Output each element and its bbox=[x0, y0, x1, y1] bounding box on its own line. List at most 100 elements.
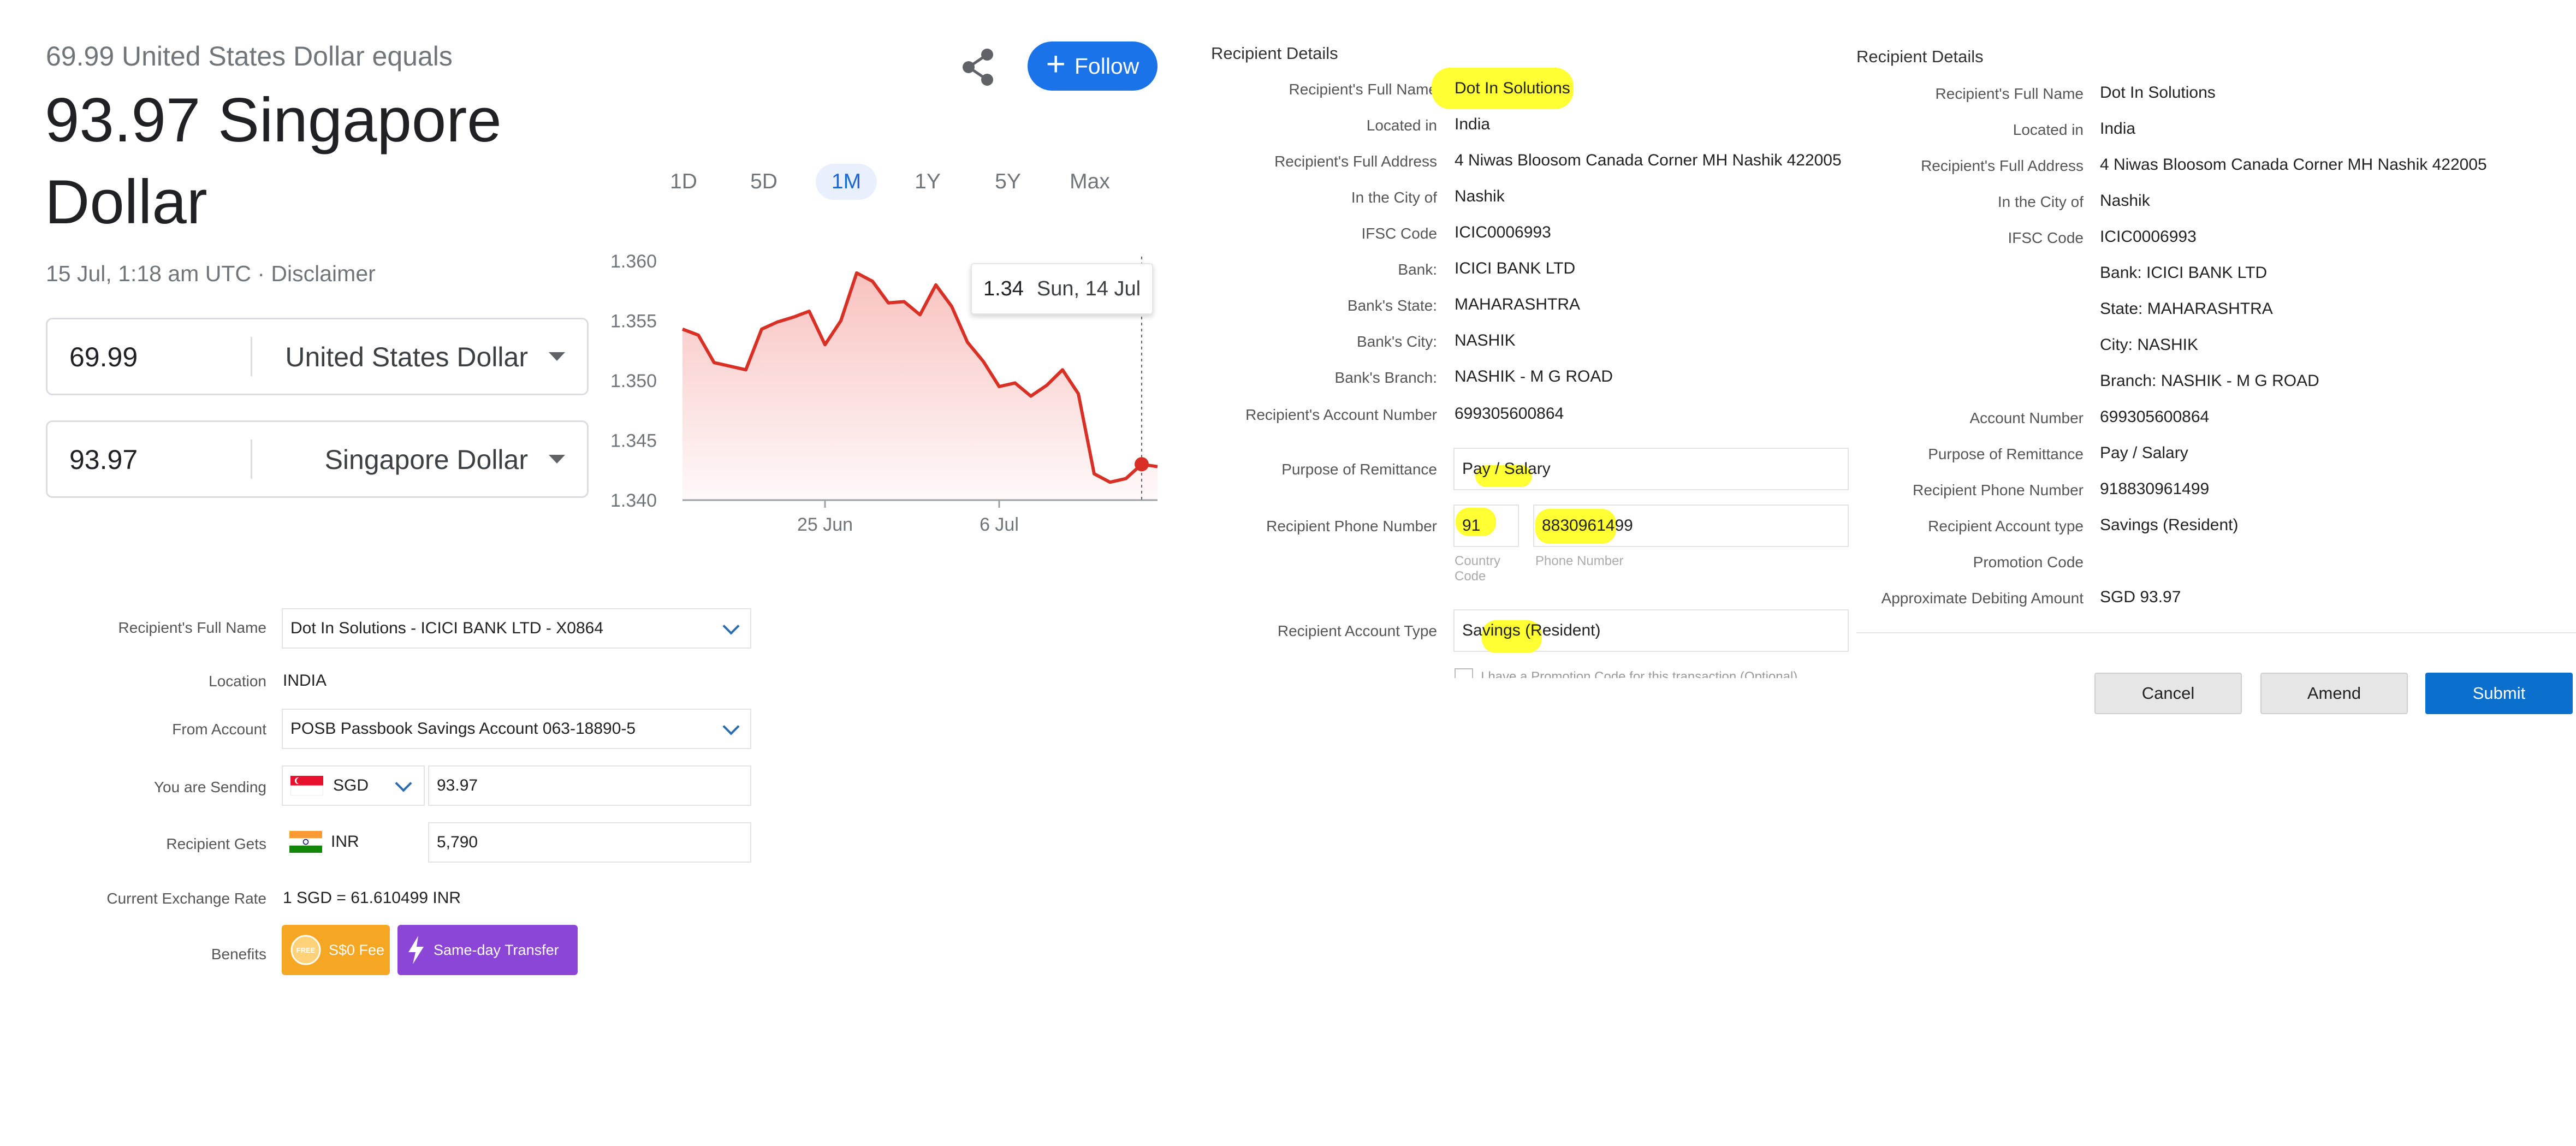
purpose-of-remittance-select[interactable]: Pay / Salary bbox=[1453, 448, 1849, 490]
to-currency-select[interactable]: Singapore Dollar bbox=[325, 444, 528, 476]
tooltip-date: Sun, 14 Jul bbox=[1036, 277, 1141, 300]
mid-row-value: NASHIK - M G ROAD bbox=[1455, 367, 1613, 385]
account-type-label: Recipient Account Type bbox=[1277, 622, 1437, 639]
recipient-select[interactable]: Dot In Solutions - ICICI BANK LTD - X086… bbox=[282, 608, 751, 649]
mid-row-label: Bank's State: bbox=[1347, 297, 1437, 314]
to-currency-box: 93.97 Singapore Dollar bbox=[46, 420, 589, 498]
cancel-button[interactable]: Cancel bbox=[2094, 673, 2242, 714]
x-tick-label: 6 Jul bbox=[980, 514, 1019, 535]
review-row-value: Bank: ICICI BANK LTD bbox=[2100, 264, 2268, 282]
lightning-icon bbox=[408, 936, 424, 964]
review-row-value: Dot In Solutions bbox=[2100, 84, 2216, 102]
conversion-result-line1: 93.97 Singapore bbox=[45, 86, 502, 155]
phone-number-value: 8830961499 bbox=[1542, 516, 1633, 535]
mid-row-label: Recipient's Full Address bbox=[1274, 153, 1437, 170]
submit-button[interactable]: Submit bbox=[2425, 673, 2573, 714]
chevron-down-icon[interactable] bbox=[395, 775, 412, 792]
sending-amount-input[interactable]: 93.97 bbox=[428, 765, 751, 806]
exchange-rate-label: Current Exchange Rate bbox=[106, 890, 266, 907]
review-row-value: SGD 93.97 bbox=[2100, 588, 2181, 606]
mid-row-value: 699305600864 bbox=[1455, 405, 1564, 423]
same-day-transfer-badge: Same-day Transfer bbox=[397, 925, 578, 975]
range-tab-max[interactable]: Max bbox=[1063, 164, 1117, 200]
mid-row-label: IFSC Code bbox=[1361, 225, 1438, 242]
purpose-value: Pay / Salary bbox=[1462, 460, 1551, 478]
follow-label: Follow bbox=[1074, 53, 1139, 79]
promo-code-text: I have a Promotion Code for this transac… bbox=[1481, 669, 1798, 678]
review-recipient-details-header: Recipient Details bbox=[1856, 47, 1984, 66]
review-row-label: Approximate Debiting Amount bbox=[1881, 590, 2084, 607]
review-row-label: In the City of bbox=[1997, 193, 2084, 210]
range-tab-1d[interactable]: 1D bbox=[660, 164, 708, 200]
location-label: Location bbox=[209, 673, 266, 690]
exchange-rate-value: 1 SGD = 61.610499 INR bbox=[283, 889, 461, 907]
review-row-label: Promotion Code bbox=[1973, 554, 2084, 571]
conversion-equals-text: 69.99 United States Dollar equals bbox=[46, 41, 453, 72]
recipient-gets-label: Recipient Gets bbox=[166, 835, 266, 852]
range-tab-5d[interactable]: 5D bbox=[740, 164, 788, 200]
fee-badge: FREE S$0 Fee bbox=[282, 925, 390, 975]
phone-number-caption: Phone Number bbox=[1535, 554, 1624, 568]
country-code-input[interactable]: 91 bbox=[1453, 504, 1519, 547]
account-type-value: Savings (Resident) bbox=[1462, 621, 1601, 639]
mid-row-value: 4 Niwas Bloosom Canada Corner MH Nashik … bbox=[1455, 151, 1842, 169]
conversion-result-line2: Dollar bbox=[45, 168, 207, 237]
location-value: INDIA bbox=[283, 672, 327, 690]
follow-button[interactable]: + Follow bbox=[1028, 41, 1158, 91]
sending-currency-select[interactable]: SGD bbox=[282, 765, 425, 806]
range-tab-5y[interactable]: 5Y bbox=[984, 164, 1032, 200]
from-amount-input[interactable]: 69.99 bbox=[69, 341, 138, 373]
review-row-value: State: MAHARASHTRA bbox=[2100, 300, 2273, 318]
free-seal-icon: FREE bbox=[290, 935, 321, 965]
review-row-value: Branch: NASHIK - M G ROAD bbox=[2100, 372, 2319, 390]
phone-label: Recipient Phone Number bbox=[1266, 518, 1437, 535]
review-row-label: Recipient's Full Name bbox=[1935, 85, 2084, 102]
share-icon[interactable] bbox=[961, 48, 996, 86]
recipient-gets-currency: INR bbox=[289, 831, 359, 853]
chevron-down-icon[interactable] bbox=[722, 617, 740, 635]
phone-number-input[interactable]: 8830961499 bbox=[1533, 504, 1849, 547]
timestamp-disclaimer[interactable]: 15 Jul, 1:18 am UTC · Disclaimer bbox=[46, 261, 376, 287]
chart-tooltip: 1.34 Sun, 14 Jul bbox=[971, 263, 1153, 314]
chevron-down-icon[interactable] bbox=[722, 718, 740, 735]
x-tick-label: 25 Jun bbox=[797, 514, 853, 535]
mid-row-label: In the City of bbox=[1351, 189, 1437, 206]
divider bbox=[251, 337, 252, 376]
review-row-value: 699305600864 bbox=[2100, 408, 2210, 426]
sending-currency-code: SGD bbox=[333, 776, 369, 794]
review-row-value: 918830961499 bbox=[2100, 480, 2210, 498]
mid-row-label: Bank's Branch: bbox=[1334, 369, 1437, 386]
account-type-select[interactable]: Savings (Resident) bbox=[1453, 609, 1849, 653]
mid-row-label: Located in bbox=[1366, 117, 1437, 134]
amend-button[interactable]: Amend bbox=[2260, 673, 2408, 714]
recipient-gets-amount-input[interactable]: 5,790 bbox=[428, 822, 751, 863]
y-tick-label: 1.345 bbox=[610, 431, 657, 452]
range-tab-1m[interactable]: 1M bbox=[816, 164, 877, 200]
from-account-select[interactable]: POSB Passbook Savings Account 063-18890-… bbox=[282, 709, 751, 749]
review-row-label: Purpose of Remittance bbox=[1928, 446, 2084, 462]
singapore-flag-icon bbox=[290, 776, 323, 795]
review-row-label: Recipient's Full Address bbox=[1921, 157, 2084, 174]
review-row-value: ICIC0006993 bbox=[2100, 228, 2197, 246]
dropdown-arrow-icon[interactable] bbox=[549, 455, 565, 464]
promo-code-checkbox[interactable] bbox=[1455, 668, 1473, 678]
country-code-caption-line1: Country bbox=[1455, 554, 1501, 568]
mid-row-value: ICICI BANK LTD bbox=[1455, 259, 1576, 277]
range-tab-1y[interactable]: 1Y bbox=[904, 164, 952, 200]
review-row-label: IFSC Code bbox=[2008, 229, 2084, 246]
divider bbox=[1856, 632, 2576, 633]
review-row-value: 4 Niwas Bloosom Canada Corner MH Nashik … bbox=[2100, 156, 2487, 174]
recipient-details-header: Recipient Details bbox=[1211, 44, 1338, 63]
country-code-caption: Country Code bbox=[1455, 554, 1500, 584]
dropdown-arrow-icon[interactable] bbox=[549, 352, 565, 361]
promo-code-row[interactable]: I have a Promotion Code for this transac… bbox=[1453, 666, 1849, 678]
country-code-caption-line2: Code bbox=[1455, 569, 1486, 584]
review-row-label: Recipient Account type bbox=[1928, 518, 2084, 535]
recipient-gets-amount-value: 5,790 bbox=[437, 833, 478, 851]
review-row-label: Account Number bbox=[1969, 409, 2084, 426]
free-seal-text: FREE bbox=[296, 946, 316, 954]
from-currency-select[interactable]: United States Dollar bbox=[285, 341, 528, 373]
country-code-value: 91 bbox=[1462, 516, 1481, 535]
review-row-value: Nashik bbox=[2100, 192, 2150, 210]
to-amount-input[interactable]: 93.97 bbox=[69, 444, 138, 476]
